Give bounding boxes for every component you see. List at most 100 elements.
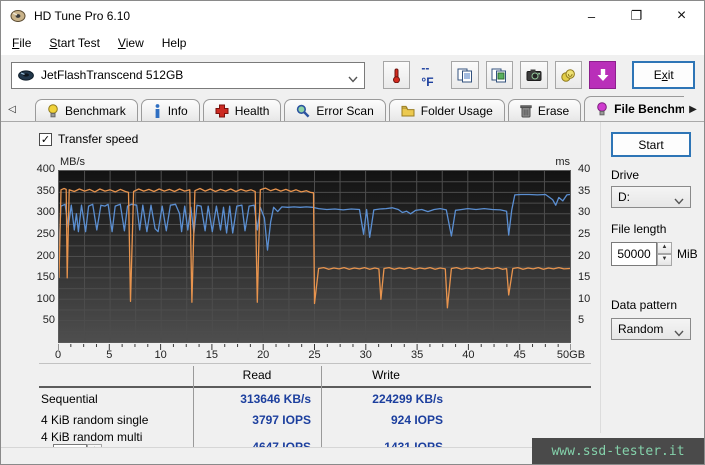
tab-erase[interactable]: Erase <box>507 99 582 121</box>
file-length-unit: MiB <box>677 247 698 261</box>
trash-icon <box>520 104 532 118</box>
device-select-value: JetFlashTranscend 512GB <box>41 68 184 82</box>
file-length-spinner[interactable] <box>611 242 657 266</box>
table-row: Sequential 313646 KB/s 224299 KB/s <box>39 388 591 409</box>
menu-help[interactable]: Help <box>153 33 196 53</box>
menu-start-test[interactable]: Start Test <box>40 33 109 53</box>
menubar: File Start Test View Help <box>1 31 704 55</box>
file-benchmark-page: ✓ Transfer speed MB/s ms 400 350 300 250 200… <box>1 122 704 464</box>
menu-file[interactable]: File <box>3 33 40 53</box>
chevron-down-icon <box>674 326 684 337</box>
tab-file-benchmark[interactable]: File Benchm... <box>584 96 684 121</box>
data-pattern-select[interactable]: Random <box>611 318 691 340</box>
tab-scroll-left-icon[interactable]: ◁ <box>3 99 21 119</box>
tab-error-scan[interactable]: Error Scan <box>284 99 386 121</box>
tab-health[interactable]: Health <box>202 99 282 121</box>
info-icon <box>153 103 162 118</box>
temperature-button[interactable] <box>383 61 411 89</box>
copy-text-button[interactable] <box>451 61 479 89</box>
axis-tick-label: 35 <box>410 349 424 361</box>
transfer-speed-label: Transfer speed <box>58 132 139 146</box>
device-select[interactable]: JetFlashTranscend 512GB <box>11 61 366 89</box>
save-button[interactable] <box>588 61 617 89</box>
controls-panel: Start Drive D: File length ▲▼ MiB Data p… <box>600 122 704 433</box>
health-cross-icon <box>215 104 229 118</box>
axis-tick-label: 350 <box>36 184 55 197</box>
y-left-unit-label: MB/s <box>60 156 86 168</box>
drive-disk-icon <box>18 69 34 81</box>
exit-button[interactable]: Exit <box>632 61 696 89</box>
axis-tick-label: 5 <box>106 349 113 361</box>
transfer-speed-option[interactable]: ✓ Transfer speed <box>39 132 138 146</box>
benchmark-bulb-icon <box>47 103 59 118</box>
app-disk-icon <box>10 9 26 23</box>
axis-tick-label: 40 <box>578 163 591 175</box>
minimize-button[interactable]: – <box>569 1 614 31</box>
y-right-unit-label: ms <box>555 156 570 168</box>
benchmark-results-table: Read Write Sequential 313646 KB/s 224299… <box>39 363 591 464</box>
axis-tick-label: 10 <box>154 349 167 361</box>
start-button[interactable]: Start <box>611 132 691 157</box>
screenshot-button[interactable] <box>520 61 548 89</box>
toolbar: JetFlashTranscend 512GB -- °F Exit <box>1 55 704 95</box>
axis-tick-label: 10 <box>578 292 591 305</box>
window-title: HD Tune Pro 6.10 <box>34 9 131 23</box>
tab-scroll-right-icon[interactable]: ▶ <box>684 99 702 119</box>
tab-benchmark[interactable]: Benchmark <box>35 99 138 121</box>
download-arrow-icon <box>597 69 609 81</box>
copy-text-icon <box>457 68 473 82</box>
transfer-speed-checkbox[interactable]: ✓ <box>39 132 52 146</box>
drive-select[interactable]: D: <box>611 186 691 208</box>
tabbar: ◁ Benchmark Info Health Error Scan Folde… <box>1 95 704 122</box>
row-label-text: 4 KiB random multi <box>41 430 143 444</box>
tab-folder-usage[interactable]: Folder Usage <box>388 99 505 121</box>
spin-up-icon[interactable]: ▲ <box>657 242 672 254</box>
donate-button[interactable] <box>554 61 582 89</box>
axis-tick-label: 5 <box>578 314 585 327</box>
folder-icon <box>401 105 415 117</box>
chevron-down-icon <box>348 72 358 83</box>
file-length-control: ▲▼ MiB <box>611 242 698 266</box>
axis-tick-label: 35 <box>578 184 591 197</box>
table-header-row: Read Write <box>39 364 591 386</box>
chevron-down-icon <box>674 194 684 205</box>
copy-image-icon <box>491 68 507 82</box>
axis-tick-label: 30 <box>359 349 372 361</box>
file-length-label: File length <box>611 222 667 236</box>
tab-info[interactable]: Info <box>140 99 200 121</box>
axis-tick-label: 50 <box>42 314 55 327</box>
maximize-button[interactable]: ❐ <box>614 1 659 31</box>
menu-view[interactable]: View <box>109 33 153 53</box>
tab-label: Info <box>167 103 188 118</box>
axis-tick-label: 250 <box>36 227 55 240</box>
tab-label: Erase <box>537 103 570 118</box>
hd-tune-window: HD Tune Pro 6.10 – ❐ × File Start Test V… <box>0 0 705 465</box>
axis-tick-label: 15 <box>578 271 591 284</box>
close-button[interactable]: × <box>659 1 704 31</box>
row-label: 4 KiB random single <box>41 412 149 427</box>
copy-image-button[interactable] <box>485 61 514 89</box>
camera-icon <box>526 69 542 81</box>
transfer-speed-chart: MB/s ms 400 350 300 250 200 150 100 50 40 35 30 25… <box>31 156 591 371</box>
spin-down-icon[interactable]: ▼ <box>657 254 672 266</box>
file-length-input[interactable] <box>611 242 657 266</box>
drive-select-value: D: <box>618 190 630 204</box>
axis-tick-label: 300 <box>36 206 55 219</box>
header-write: Write <box>372 368 400 382</box>
tabs-row: Benchmark Info Health Error Scan Folder … <box>35 96 684 121</box>
data-pattern-label: Data pattern <box>611 298 678 312</box>
row-label: Sequential <box>41 391 98 406</box>
axis-tick-label: 25 <box>578 227 591 240</box>
tab-label: Benchmark <box>65 103 126 118</box>
table-divider <box>321 366 322 450</box>
axis-tick-label: 25 <box>308 349 321 361</box>
temperature-readout: -- °F <box>421 61 434 89</box>
data-pattern-value: Random <box>618 322 664 336</box>
coins-hand-icon <box>561 68 576 82</box>
sequential-read-value: 313646 KB/s <box>240 391 311 406</box>
axis-tick-label: 150 <box>36 271 55 284</box>
axis-tick-label: 0 <box>54 349 62 361</box>
file-benchmark-bulb-icon <box>596 102 608 116</box>
axis-tick-label: 30 <box>578 206 591 219</box>
drive-label: Drive <box>611 168 640 182</box>
